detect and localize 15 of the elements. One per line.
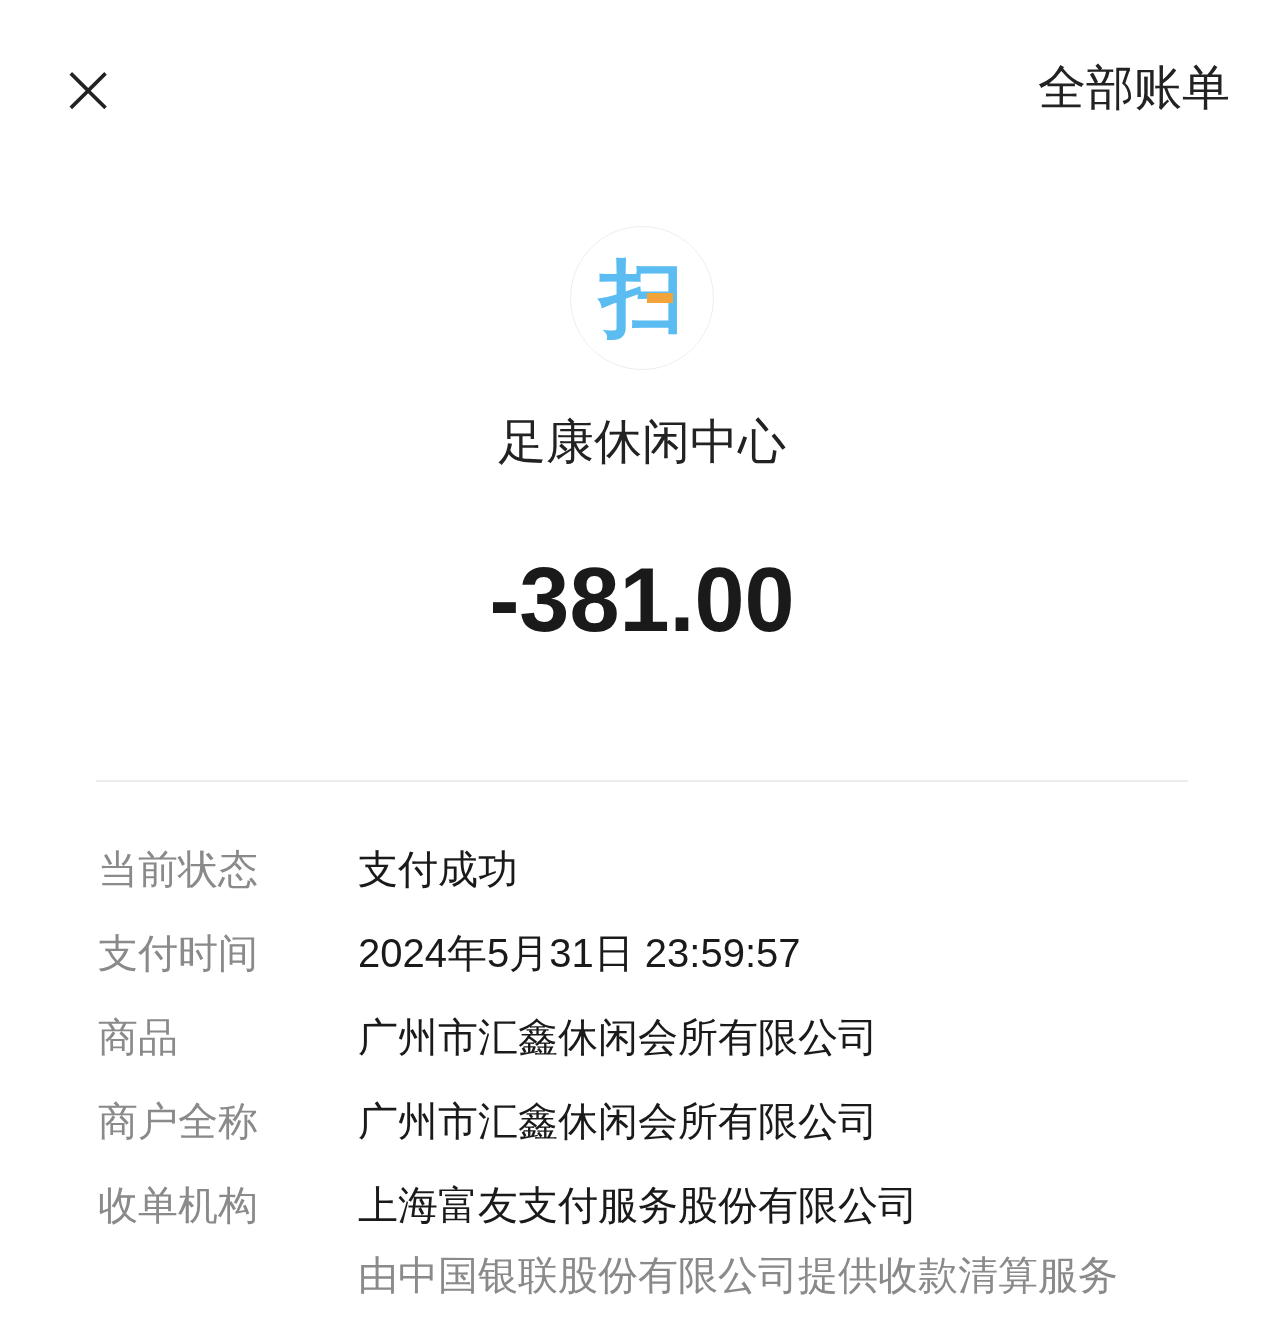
- detail-label: 商品: [98, 1014, 179, 1061]
- detail-label: 支付时间: [98, 930, 259, 977]
- merchant-name: 足康休闲中心: [498, 414, 786, 470]
- all-bills-link[interactable]: 全部账单: [1038, 56, 1230, 120]
- detail-note: 由中国银联股份有限公司提供收款清算服务: [358, 1252, 1118, 1299]
- detail-value: 广州市汇鑫休闲会所有限公司: [358, 1098, 878, 1145]
- detail-value: 广州市汇鑫休闲会所有限公司: [358, 1014, 878, 1061]
- detail-value: 上海富友支付服务股份有限公司: [358, 1182, 919, 1229]
- detail-label: 收单机构: [98, 1182, 259, 1229]
- detail-value: 支付成功: [358, 846, 518, 893]
- close-button[interactable]: ×: [58, 58, 119, 118]
- detail-label: 商户全称: [98, 1098, 259, 1145]
- amount: -381.00: [489, 550, 795, 650]
- detail-label: 当前状态: [98, 846, 259, 893]
- detail-value: 2024年5月31日 23:59:57: [358, 930, 801, 977]
